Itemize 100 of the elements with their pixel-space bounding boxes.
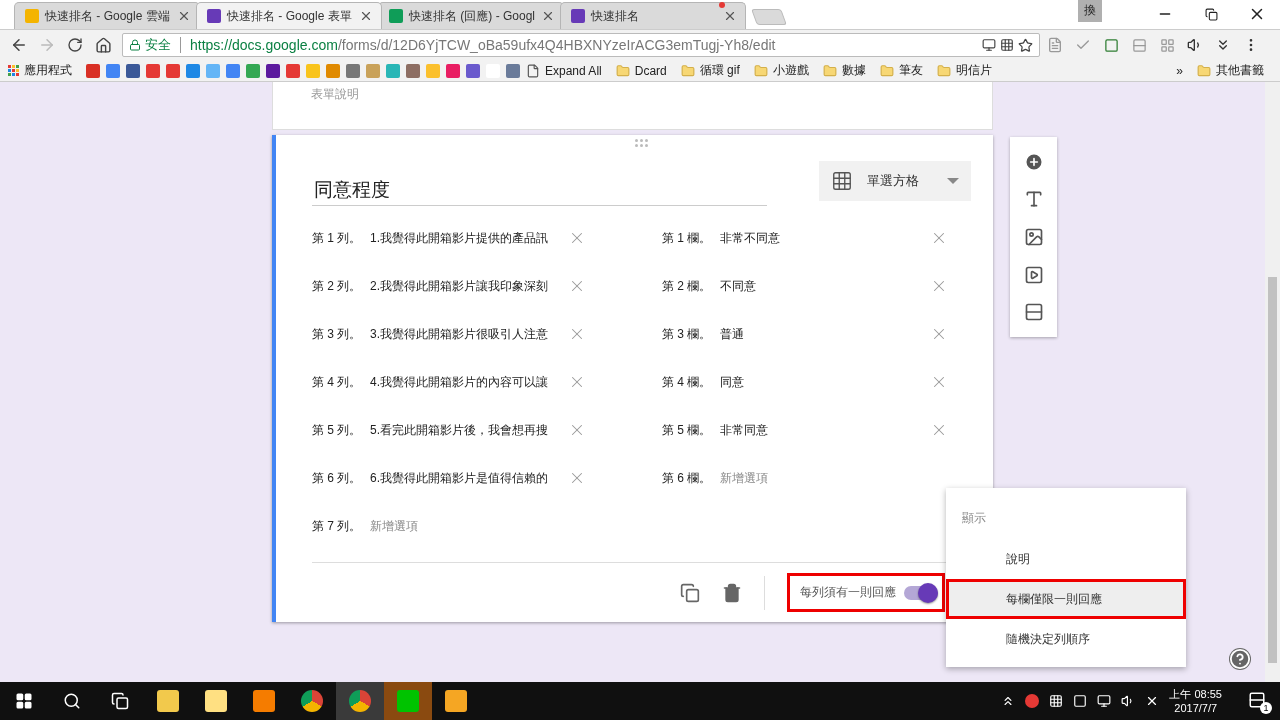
option-field[interactable]: 非常不同意 [720, 229, 916, 247]
row-label: 第 2 列。 [312, 277, 363, 295]
bookmark-link[interactable]: 小遊戲 [753, 62, 809, 79]
bookmark-icon[interactable] [506, 63, 520, 78]
home-icon[interactable] [94, 36, 112, 54]
folder-icon [936, 63, 951, 78]
row-label: 第 5 列。 [312, 421, 363, 439]
row-label: 第 1 列。 [312, 229, 363, 247]
overflow-button[interactable]: » [1176, 63, 1183, 78]
taskbar-app[interactable] [336, 682, 384, 720]
delete-icon[interactable] [722, 582, 742, 603]
bookmark-icon[interactable] [406, 63, 420, 78]
folder-icon [615, 63, 630, 78]
question-type-dropdown[interactable]: 單選方格 [819, 161, 971, 201]
bookmark-icon[interactable] [346, 63, 360, 78]
form-icon [207, 9, 221, 23]
tab-title: 快速排名 [591, 7, 640, 25]
qr-code-icon[interactable] [1000, 38, 1014, 52]
add-option-field[interactable]: 新增選項 [720, 469, 916, 487]
folder-icon [822, 63, 837, 78]
row-label: 第 7 列。 [312, 517, 363, 535]
bookmark-icon[interactable] [146, 63, 160, 78]
option-field[interactable]: 3.我覺得此開箱影片很吸引人注意 [370, 325, 554, 343]
row-label: 第 4 列。 [312, 373, 363, 391]
menu-item[interactable]: 說明 [946, 539, 1186, 579]
notification-button[interactable]: 1 [1248, 688, 1272, 714]
required-label: 每列須有一則回應 [800, 584, 896, 601]
column-label: 第 1 欄。 [662, 229, 713, 247]
close-icon[interactable] [359, 9, 373, 23]
url-text: https://docs.google.com/forms/d/12D6YjTCW_oBa59ufx4Q4HBXNYzeIrACG3emTugj-Yh8/edit [190, 37, 777, 53]
bookmark-icon[interactable] [86, 63, 100, 78]
menu-item[interactable]: 隨機決定列順序 [946, 619, 1186, 659]
ime-button[interactable]: 換 [1078, 0, 1102, 22]
option-field[interactable]: 5.看完此開箱影片後，我會想再搜 [370, 421, 554, 439]
option-field[interactable]: 4.我覺得此開箱影片的內容可以讓 [370, 373, 554, 391]
scrollbar[interactable] [1265, 82, 1280, 682]
column-label: 第 2 欄。 [662, 277, 713, 295]
duplicate-icon[interactable] [680, 582, 700, 603]
bookmark-star-icon[interactable] [1018, 37, 1033, 53]
clock[interactable]: 上午 08:55 2017/7/7 [1169, 687, 1222, 715]
option-field[interactable]: 2.我覺得此開箱影片讓我印象深刻 [370, 277, 554, 295]
option-field[interactable]: 不同意 [720, 277, 916, 295]
bookmark-icon[interactable] [466, 63, 480, 78]
bookmark-icon[interactable] [166, 63, 180, 78]
option-field[interactable]: 1.我覺得此開箱影片提供的產品訊 [370, 229, 554, 247]
monitor-icon[interactable] [982, 38, 996, 52]
tray-app-icon[interactable] [1025, 694, 1040, 708]
secure-label: 安全 [145, 36, 171, 54]
bookmark-link[interactable]: 循環 gif [680, 62, 740, 79]
sheet-icon [389, 9, 403, 23]
column-label: 第 6 欄。 [662, 469, 713, 487]
reload-icon[interactable] [67, 37, 83, 53]
add-question-icon[interactable] [1023, 151, 1044, 172]
folder-icon [680, 63, 695, 78]
add-section-icon[interactable] [1023, 302, 1044, 323]
help-icon[interactable] [1229, 648, 1251, 670]
add-image-icon[interactable] [1023, 227, 1044, 247]
drag-handle-icon[interactable] [635, 139, 648, 147]
tab-title: 快速排名 - Google 雲端 [45, 7, 171, 25]
apps-icon [8, 65, 19, 76]
option-field[interactable]: 非常同意 [720, 421, 916, 439]
menu-item[interactable]: 每欄僅限一則回應 [946, 579, 1186, 619]
browser-tab[interactable]: 快速排名 [560, 2, 746, 29]
bookmark-icon[interactable] [126, 63, 140, 78]
bookmark-icon[interactable] [286, 63, 300, 78]
bookmark-link[interactable]: 筆友 [879, 62, 923, 79]
folder-icon [879, 63, 894, 78]
other-bookmarks[interactable]: 其他書籤 [1197, 62, 1264, 79]
bookmark-icon[interactable] [266, 63, 280, 78]
address-bar[interactable]: 安全 https://docs.google.com/forms/d/12D6YjTCW_oBa59ufx4Q4HBXNYzeIrACG3emTugj-Yh8/edit [122, 33, 1040, 57]
folder-icon [753, 63, 768, 78]
option-field[interactable]: 同意 [720, 373, 916, 391]
grid-icon [831, 170, 853, 192]
bookmark-link[interactable]: 數據 [822, 62, 866, 79]
option-field[interactable]: 6.我覺得此開箱影片是值得信賴的 [370, 469, 554, 487]
back-icon[interactable] [10, 36, 28, 54]
add-option-field[interactable]: 新增選項 [370, 517, 554, 535]
bookmark-link[interactable]: Expand All [526, 63, 602, 78]
page-icon [526, 63, 540, 78]
drive-icon [25, 9, 39, 23]
bookmark-link[interactable]: Dcard [615, 63, 667, 78]
row-label: 第 3 列。 [312, 325, 363, 343]
bookmark-link[interactable]: 明信片 [936, 62, 992, 79]
browser-tab[interactable]: 快速排名 - Google 表單 [196, 2, 382, 29]
required-switch[interactable] [904, 585, 938, 600]
option-field[interactable]: 普通 [720, 325, 916, 343]
column-label: 第 3 欄。 [662, 325, 713, 343]
form-icon [571, 9, 585, 23]
windows-logo-icon[interactable] [15, 692, 33, 710]
column-label: 第 5 欄。 [662, 421, 713, 439]
bookmark-icon[interactable] [446, 63, 460, 78]
add-video-icon[interactable] [1023, 264, 1044, 285]
apps-bookmark[interactable]: 應用程式 [8, 62, 72, 79]
tab-title: 快速排名 - Google 表單 [227, 7, 353, 25]
restore-icon[interactable] [1204, 7, 1218, 21]
caret-icon [947, 178, 959, 184]
row-label: 第 6 列。 [312, 469, 363, 487]
tab-title: 快速排名 (回應) - Googl [409, 7, 535, 25]
question-title-field[interactable]: 同意程度 [312, 161, 767, 206]
folder-icon [1197, 63, 1211, 78]
